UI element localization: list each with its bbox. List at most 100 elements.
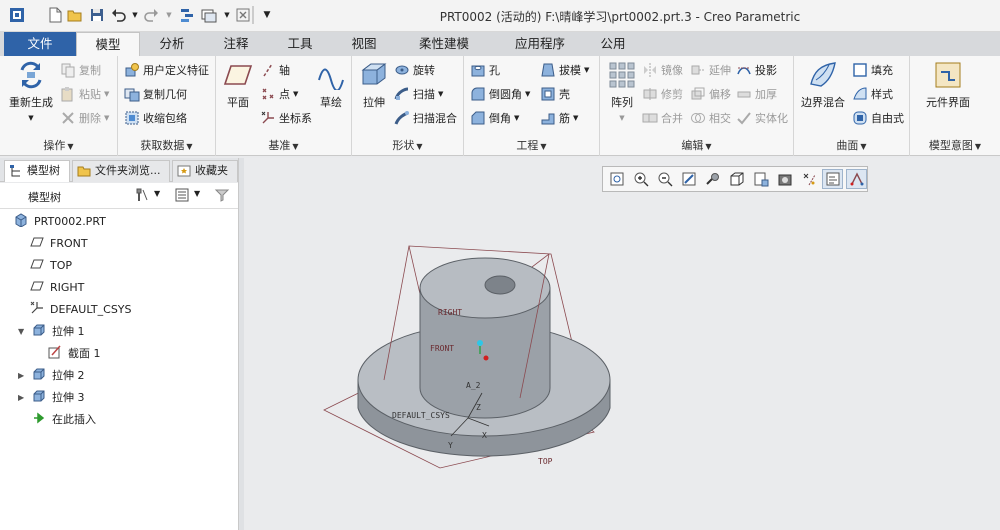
group-editing-label[interactable]: 编辑 ▼ bbox=[600, 138, 793, 154]
point-button[interactable]: 点 ▼ bbox=[260, 84, 298, 104]
udf-button[interactable]: 用户定义特征 bbox=[124, 60, 209, 80]
tree-node-part[interactable]: PRT0002.PRT bbox=[14, 211, 106, 231]
tab-flexible-modeling[interactable]: 柔性建模 bbox=[396, 32, 492, 56]
fill-button[interactable]: 填充 bbox=[852, 60, 893, 80]
tab-file[interactable]: 文件 bbox=[4, 32, 76, 56]
solidify-button[interactable]: 实体化 bbox=[736, 108, 788, 128]
boundary-blend-button[interactable]: 边界混合 bbox=[798, 60, 848, 110]
sweep-dropdown-icon[interactable]: ▼ bbox=[438, 90, 443, 98]
tree-node-front[interactable]: FRONT bbox=[30, 233, 88, 253]
paste-button[interactable]: 粘贴 ▼ bbox=[60, 84, 109, 104]
tree-settings-icon[interactable] bbox=[134, 187, 150, 203]
tree-node-extrude-3[interactable]: ▶ 拉伸 3 bbox=[18, 387, 85, 407]
rib-button[interactable]: 筋 ▼ bbox=[540, 108, 578, 128]
group-datum-label[interactable]: 基准 ▼ bbox=[216, 138, 351, 154]
rib-dropdown-icon[interactable]: ▼ bbox=[573, 114, 578, 122]
freestyle-button[interactable]: 自由式 bbox=[852, 108, 904, 128]
tree-settings-dropdown-icon[interactable]: ▼ bbox=[154, 189, 160, 198]
axis-button[interactable]: 轴 bbox=[260, 60, 290, 80]
regenerate-dropdown-icon[interactable]: ▼ bbox=[28, 114, 33, 122]
zoom-in-icon[interactable] bbox=[630, 169, 651, 189]
group-engineering-label[interactable]: 工程 ▼ bbox=[464, 138, 599, 154]
tab-applications[interactable]: 应用程序 bbox=[492, 32, 588, 56]
swept-blend-button[interactable]: 扫描混合 bbox=[394, 108, 457, 128]
tree-node-extrude-1[interactable]: ▼ 拉伸 1 bbox=[18, 321, 85, 341]
datum-display-icon[interactable] bbox=[798, 169, 819, 189]
tree-show-icon[interactable] bbox=[174, 187, 190, 203]
pattern-dropdown-icon[interactable]: ▼ bbox=[619, 114, 624, 122]
round-dropdown-icon[interactable]: ▼ bbox=[525, 90, 530, 98]
collapse-icon[interactable]: ▼ bbox=[18, 327, 28, 336]
tab-annotate[interactable]: 注释 bbox=[204, 32, 268, 56]
chamfer-button[interactable]: 倒角 ▼ bbox=[470, 108, 519, 128]
spin-center-icon[interactable] bbox=[702, 169, 723, 189]
refit-icon[interactable] bbox=[606, 169, 627, 189]
tree-node-section-1[interactable]: 截面 1 bbox=[48, 343, 101, 363]
tab-favorites[interactable]: 收藏夹 bbox=[172, 160, 238, 182]
plane-tag-icon[interactable] bbox=[846, 169, 867, 189]
project-button[interactable]: 投影 bbox=[736, 60, 777, 80]
component-interface-button[interactable]: 元件界面 bbox=[920, 60, 976, 110]
round-button[interactable]: 倒圆角 ▼ bbox=[470, 84, 530, 104]
intersect-button[interactable]: 相交 bbox=[690, 108, 731, 128]
group-shapes-label[interactable]: 形状 ▼ bbox=[352, 138, 463, 154]
tab-model-tree[interactable]: 模型树 bbox=[4, 160, 70, 182]
revolve-button[interactable]: 旋转 bbox=[394, 60, 435, 80]
tab-analysis[interactable]: 分析 bbox=[140, 32, 204, 56]
thicken-button[interactable]: 加厚 bbox=[736, 84, 777, 104]
graphics-toolbar bbox=[602, 166, 868, 192]
tree-node-top[interactable]: TOP bbox=[30, 255, 72, 275]
tree-node-extrude-2[interactable]: ▶ 拉伸 2 bbox=[18, 365, 85, 385]
tab-common[interactable]: 公用 bbox=[588, 32, 638, 56]
delete-dropdown-icon[interactable]: ▼ bbox=[104, 114, 109, 122]
group-operations-label[interactable]: 操作 ▼ bbox=[0, 138, 117, 154]
saved-views-icon[interactable] bbox=[750, 169, 771, 189]
draft-button[interactable]: 拔模 ▼ bbox=[540, 60, 589, 80]
tree-node-default-csys[interactable]: DEFAULT_CSYS bbox=[30, 299, 132, 319]
tree-show-dropdown-icon[interactable]: ▼ bbox=[194, 189, 200, 198]
model-tree: PRT0002.PRT FRONT TOP RIGHT DEFAULT_CSYS… bbox=[0, 209, 238, 530]
trim-button[interactable]: 修剪 bbox=[642, 84, 683, 104]
sweep-button[interactable]: 扫描 ▼ bbox=[394, 84, 443, 104]
tree-node-right[interactable]: RIGHT bbox=[30, 277, 84, 297]
tab-tools[interactable]: 工具 bbox=[268, 32, 332, 56]
annotation-display-icon[interactable] bbox=[822, 169, 843, 189]
draft-dropdown-icon[interactable]: ▼ bbox=[584, 66, 589, 74]
copy-button[interactable]: 复制 bbox=[60, 60, 101, 80]
pattern-button[interactable]: 阵列 ▼ bbox=[606, 60, 638, 122]
display-style-icon[interactable] bbox=[726, 169, 747, 189]
repaint-icon[interactable] bbox=[678, 169, 699, 189]
tab-view[interactable]: 视图 bbox=[332, 32, 396, 56]
point-dropdown-icon[interactable]: ▼ bbox=[293, 90, 298, 98]
csys-button[interactable]: 坐标系 bbox=[260, 108, 312, 128]
group-surfaces-label[interactable]: 曲面 ▼ bbox=[794, 138, 909, 154]
expand-icon[interactable]: ▶ bbox=[18, 371, 28, 380]
view-manager-icon[interactable] bbox=[774, 169, 795, 189]
zoom-out-icon[interactable] bbox=[654, 169, 675, 189]
tree-filter-icon[interactable] bbox=[214, 187, 230, 203]
plane-button[interactable]: 平面 bbox=[220, 60, 256, 110]
expand-icon[interactable]: ▶ bbox=[18, 393, 28, 402]
delete-button[interactable]: 删除 ▼ bbox=[60, 108, 109, 128]
mirror-button[interactable]: 镜像 bbox=[642, 60, 683, 80]
paste-dropdown-icon[interactable]: ▼ bbox=[104, 90, 109, 98]
hole-button[interactable]: 孔 bbox=[470, 60, 500, 80]
group-model-intent-label[interactable]: 模型意图 ▼ bbox=[910, 138, 1000, 154]
shrinkwrap-button[interactable]: 收缩包络 bbox=[124, 108, 187, 128]
tab-model[interactable]: 模型 bbox=[76, 32, 140, 57]
group-get-data-label[interactable]: 获取数据 ▼ bbox=[118, 138, 215, 154]
offset-button[interactable]: 偏移 bbox=[690, 84, 731, 104]
chamfer-dropdown-icon[interactable]: ▼ bbox=[514, 114, 519, 122]
style-button[interactable]: 样式 bbox=[852, 84, 893, 104]
tree-node-insert-here[interactable]: 在此插入 bbox=[32, 409, 96, 429]
graphics-window[interactable]: RIGHT FRONT TOP DEFAULT_CSYS A_2 Z X Y bbox=[244, 158, 1000, 530]
shell-button[interactable]: 壳 bbox=[540, 84, 570, 104]
merge-button[interactable]: 合并 bbox=[642, 108, 683, 128]
tab-folder-browser[interactable]: 文件夹浏览... bbox=[72, 160, 170, 182]
regenerate-button[interactable]: 重新生成 ▼ bbox=[6, 60, 56, 122]
revolve-icon bbox=[394, 62, 410, 78]
copy-geometry-button[interactable]: 复制几何 bbox=[124, 84, 187, 104]
sketch-button[interactable]: 草绘 bbox=[314, 60, 348, 110]
extend-button[interactable]: 延伸 bbox=[690, 60, 731, 80]
extrude-button[interactable]: 拉伸 bbox=[356, 60, 392, 110]
